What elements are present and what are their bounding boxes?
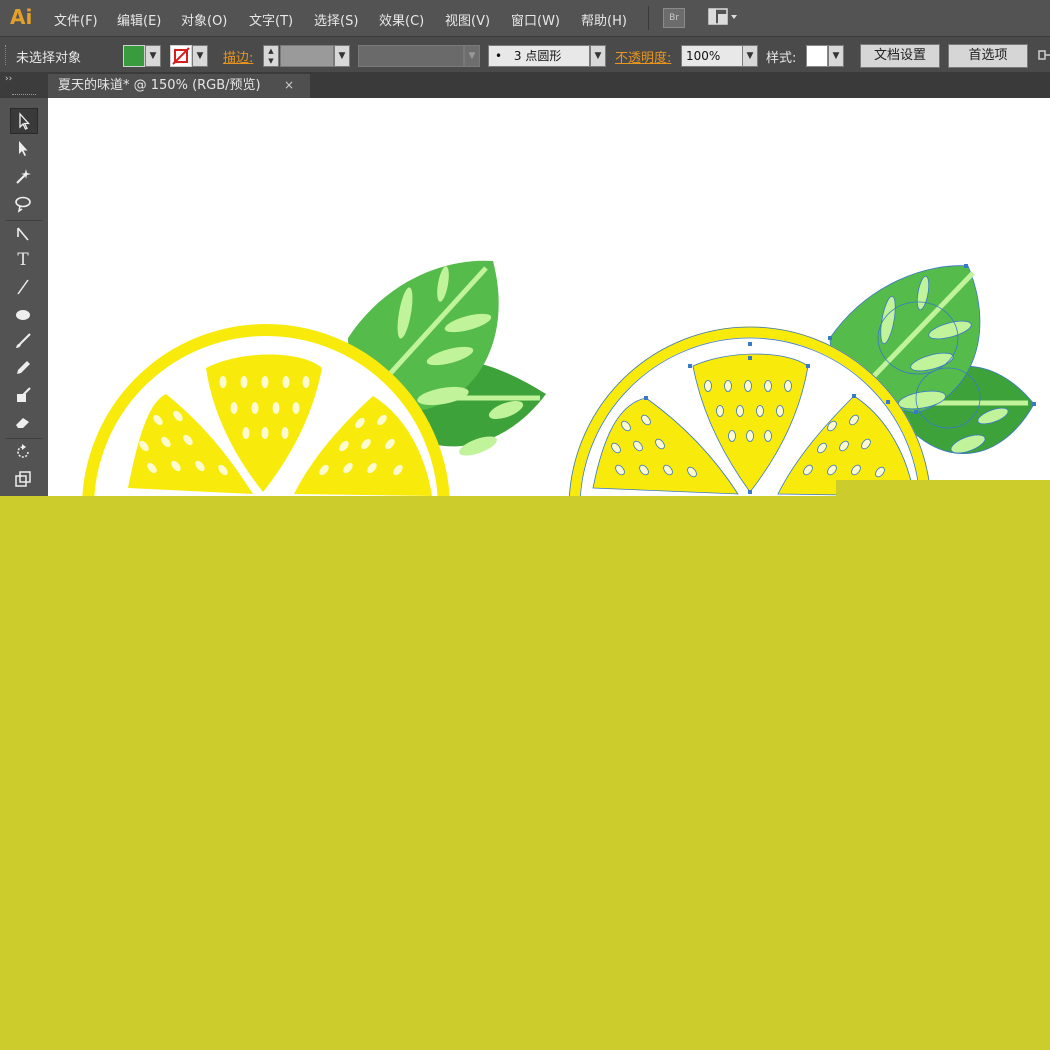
menu-window[interactable]: 窗口(W) [511, 10, 560, 29]
menu-object[interactable]: 对象(O) [181, 10, 227, 29]
style-arrow[interactable]: ▼ [828, 45, 844, 67]
artboard-canvas[interactable] [48, 98, 1050, 496]
tools-divider [6, 220, 42, 221]
control-bar: 未选择对象 ▼ ▼ 描边: ▲ ▼ ▼ ▼ • 3 点圆形 ▼ 不透明度: 100… [0, 36, 1050, 73]
direct-selection-tool-icon[interactable] [10, 136, 36, 160]
tools-grip[interactable] [12, 94, 36, 97]
fill-dropdown-arrow[interactable]: ▼ [145, 45, 161, 67]
document-tab[interactable]: 夏天的味道* @ 150% (RGB/预览) [48, 74, 310, 98]
panel-grip[interactable] [5, 45, 9, 65]
selection-status: 未选择对象 [16, 51, 82, 66]
stroke-label[interactable]: 描边: [223, 47, 253, 66]
document-setup-button[interactable]: 文档设置 [860, 44, 940, 68]
menu-file[interactable]: 文件(F) [54, 10, 98, 29]
scale-tool-icon[interactable] [10, 467, 36, 491]
ellipse-tool-icon[interactable] [10, 302, 36, 326]
tools-panel-header[interactable]: ›› [0, 72, 48, 98]
magic-wand-tool-icon[interactable] [10, 164, 36, 188]
workspace-switcher-icon[interactable] [708, 8, 740, 26]
menu-divider [648, 6, 649, 30]
stroke-none-swatch[interactable] [170, 45, 192, 67]
type-tool-icon[interactable]: T [10, 248, 36, 272]
panel-menu-icon[interactable] [1038, 47, 1050, 63]
lemon-illustration-preview [82, 260, 546, 496]
menu-select[interactable]: 选择(S) [314, 10, 358, 29]
menu-edit[interactable]: 编辑(E) [117, 10, 161, 29]
opacity-input[interactable]: 100% [681, 45, 745, 67]
line-tool-icon[interactable] [10, 275, 36, 299]
blob-brush-tool-icon[interactable] [10, 383, 36, 407]
app-logo: Ai [10, 5, 33, 29]
graphic-style-swatch[interactable] [806, 45, 828, 67]
paintbrush-tool-icon[interactable] [10, 329, 36, 353]
bridge-icon[interactable]: Br [663, 8, 685, 28]
collapse-icon[interactable]: ›› [5, 74, 12, 84]
selection-tool-icon[interactable] [10, 108, 38, 134]
style-label: 样式: [766, 51, 797, 66]
color-overlay-notch [836, 480, 1050, 500]
brush-definition[interactable]: • 3 点圆形 [488, 45, 590, 67]
tab-close-icon[interactable]: × [284, 78, 294, 92]
variable-width-profile[interactable] [358, 45, 464, 67]
opacity-label[interactable]: 不透明度: [615, 47, 671, 66]
stroke-weight-stepper[interactable]: ▲ ▼ [263, 45, 279, 67]
lemon-illustration-selected[interactable] [568, 264, 1036, 496]
pencil-tool-icon[interactable] [10, 356, 36, 380]
menu-type[interactable]: 文字(T) [249, 10, 293, 29]
artwork [82, 260, 1036, 496]
profile-arrow[interactable]: ▼ [464, 45, 480, 67]
brush-dot-icon: • [495, 49, 503, 63]
tools-panel: T [0, 98, 49, 498]
fill-swatch[interactable] [123, 45, 145, 67]
brush-definition-value: 3 点圆形 [513, 49, 562, 63]
tools-divider [6, 438, 42, 439]
menu-help[interactable]: 帮助(H) [581, 10, 627, 29]
eraser-tool-icon[interactable] [10, 410, 36, 434]
menu-bar: Ai 文件(F) 编辑(E) 对象(O) 文字(T) 选择(S) 效果(C) 视… [0, 0, 1050, 36]
menu-view[interactable]: 视图(V) [445, 10, 490, 29]
stroke-weight-arrow[interactable]: ▼ [334, 45, 350, 67]
preferences-button[interactable]: 首选项 [948, 44, 1028, 68]
color-overlay [0, 496, 1050, 1050]
opacity-arrow[interactable]: ▼ [742, 45, 758, 67]
menu-effect[interactable]: 效果(C) [379, 10, 424, 29]
lasso-tool-icon[interactable] [10, 192, 36, 216]
document-tab-bar: 夏天的味道* @ 150% (RGB/预览) [48, 72, 1050, 98]
brush-arrow[interactable]: ▼ [590, 45, 606, 67]
stroke-weight-field[interactable] [280, 45, 334, 67]
stroke-dropdown-arrow[interactable]: ▼ [192, 45, 208, 67]
rotate-tool-icon[interactable] [10, 440, 36, 464]
pen-tool-icon[interactable] [10, 222, 36, 246]
